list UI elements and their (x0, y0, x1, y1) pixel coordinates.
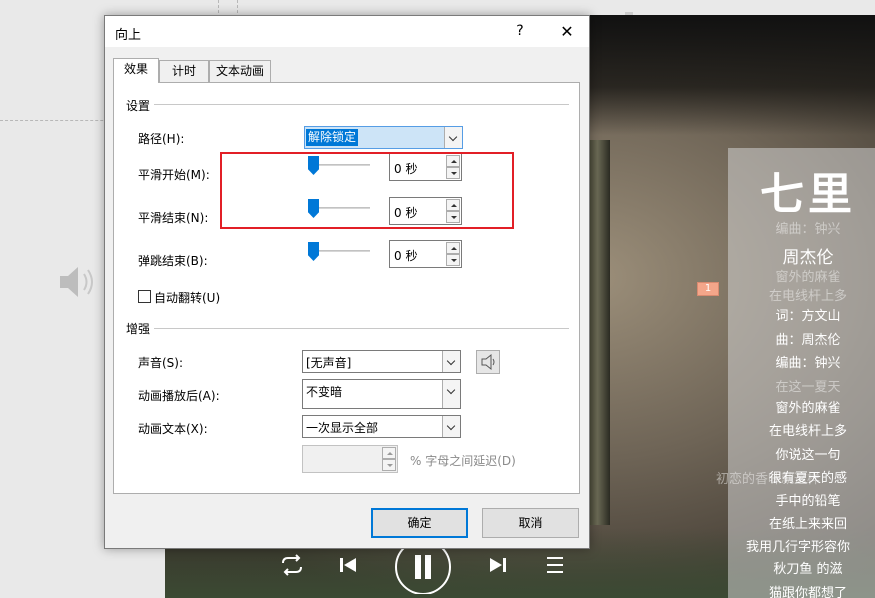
lyric-line: 周杰伦 (782, 248, 834, 268)
lyric-line: 手中的铅笔 (775, 494, 841, 509)
sound-dropdown-value: [无声音] (306, 356, 352, 370)
after-animation-dropdown[interactable]: 不变暗 (302, 379, 461, 409)
bounce-end-label: 弹跳结束(B): (138, 254, 208, 268)
speaker-icon[interactable] (56, 262, 100, 302)
bounce-end-value: 0 秒 (394, 249, 418, 263)
smooth-start-spinner[interactable]: 0 秒 (389, 153, 462, 181)
lyric-line: 窗外的麻雀 (775, 401, 841, 416)
chevron-down-icon[interactable] (442, 380, 460, 408)
after-animation-label: 动画播放后(A): (138, 389, 220, 403)
tab-text-animation[interactable]: 文本动画 (209, 60, 271, 82)
bounce-end-spinner[interactable]: 0 秒 (389, 240, 462, 268)
speaker-icon (481, 353, 495, 371)
lyric-line: 编曲：钟兴 (775, 356, 841, 371)
animate-text-dropdown[interactable]: 一次显示全部 (302, 415, 461, 438)
smooth-start-value: 0 秒 (394, 162, 418, 176)
lyric-line: 我用几行字形容你 (745, 540, 850, 555)
chevron-down-icon[interactable] (442, 351, 460, 372)
close-button[interactable]: ✕ (550, 19, 584, 44)
spin-down-icon[interactable] (446, 211, 460, 223)
sound-dropdown[interactable]: [无声音] (302, 350, 461, 373)
tab-panel-effect: 设置 路径(H): 解除锁定 平滑开始(M): 0 秒 平滑结束(N): 0 秒… (113, 82, 580, 494)
path-label: 路径(H): (138, 132, 185, 146)
lyric-line: 很有夏天的感 (768, 471, 847, 486)
next-icon[interactable] (489, 556, 507, 574)
cancel-button[interactable]: 取消 (482, 508, 579, 538)
smooth-end-label: 平滑结束(N): (138, 211, 209, 225)
chevron-down-icon[interactable] (442, 416, 460, 437)
lyric-line: 在这一夏天 (775, 380, 841, 395)
dialog-titlebar[interactable]: 向上 ? ✕ (105, 16, 589, 47)
smooth-end-value: 0 秒 (394, 206, 418, 220)
slider-thumb[interactable] (308, 156, 319, 175)
spin-up-icon[interactable] (446, 155, 460, 167)
help-button[interactable]: ? (505, 19, 535, 44)
smooth-end-slider[interactable] (308, 198, 370, 218)
lyric-line: 编曲：钟兴 (775, 222, 841, 237)
auto-reverse-label[interactable]: 自动翻转(U) (154, 289, 220, 306)
lyric-line: 你说这一句 (775, 448, 841, 463)
enhance-divider (154, 328, 569, 329)
chevron-down-icon[interactable] (444, 127, 462, 148)
animate-text-label: 动画文本(X): (138, 422, 208, 436)
lyrics-title: 七里 (760, 169, 856, 220)
lyrics-panel[interactable]: 七里 编曲：钟兴 周杰伦 窗外的麻雀 在电线杆上多 词：方文山 曲：周杰伦 编曲… (716, 148, 875, 598)
lyric-line: 在电线杆上多 (768, 424, 847, 439)
lyric-line: 在电线杆上多 (768, 289, 847, 304)
smooth-start-slider[interactable] (308, 155, 370, 175)
letter-delay-spinner[interactable] (302, 445, 398, 473)
smooth-end-spinner[interactable]: 0 秒 (389, 197, 462, 225)
letter-delay-label: % 字母之间延迟(D) (410, 454, 516, 468)
tab-effect[interactable]: 效果 (113, 58, 159, 83)
bounce-end-slider[interactable] (308, 241, 370, 261)
path-dropdown[interactable]: 解除锁定 (304, 126, 463, 149)
settings-group-label: 设置 (126, 99, 151, 113)
sound-volume-button[interactable] (476, 350, 500, 374)
after-animation-value: 不变暗 (306, 385, 343, 399)
lyric-line: 词：方文山 (775, 309, 841, 324)
spin-down-icon[interactable] (446, 167, 460, 179)
lyric-line: 秋刀鱼 的滋 (773, 562, 843, 577)
tab-timing[interactable]: 计时 (159, 60, 209, 82)
dialog-title: 向上 (115, 28, 142, 43)
repeat-icon[interactable] (279, 554, 305, 576)
sound-label: 声音(S): (138, 356, 184, 370)
auto-reverse-checkbox[interactable] (138, 290, 151, 303)
spin-up-icon[interactable] (382, 447, 396, 459)
animation-order-marker[interactable]: 1 (697, 282, 719, 296)
lyric-line: 曲：周杰伦 (775, 333, 841, 348)
lyric-line: 在纸上来来回 (768, 517, 847, 532)
playlist-icon[interactable] (545, 554, 567, 576)
spin-down-icon[interactable] (446, 254, 460, 266)
ok-button[interactable]: 确定 (371, 508, 468, 538)
lyric-line: 窗外的麻雀 (775, 270, 841, 285)
settings-divider (154, 104, 569, 105)
slider-thumb[interactable] (308, 199, 319, 218)
spin-up-icon[interactable] (446, 242, 460, 254)
spin-down-icon[interactable] (382, 459, 396, 471)
enhance-group-label: 增强 (126, 322, 151, 336)
smooth-start-label: 平滑开始(M): (138, 168, 210, 182)
animation-effect-dialog: 向上 ? ✕ 效果 计时 文本动画 设置 路径(H): 解除锁定 平滑开始(M)… (104, 15, 590, 549)
slider-thumb[interactable] (308, 242, 319, 261)
spin-up-icon[interactable] (446, 199, 460, 211)
path-dropdown-value: 解除锁定 (306, 129, 359, 146)
lyric-line: 猫跟你都想了 (768, 586, 847, 598)
animate-text-value: 一次显示全部 (306, 421, 379, 435)
previous-icon[interactable] (339, 556, 357, 574)
